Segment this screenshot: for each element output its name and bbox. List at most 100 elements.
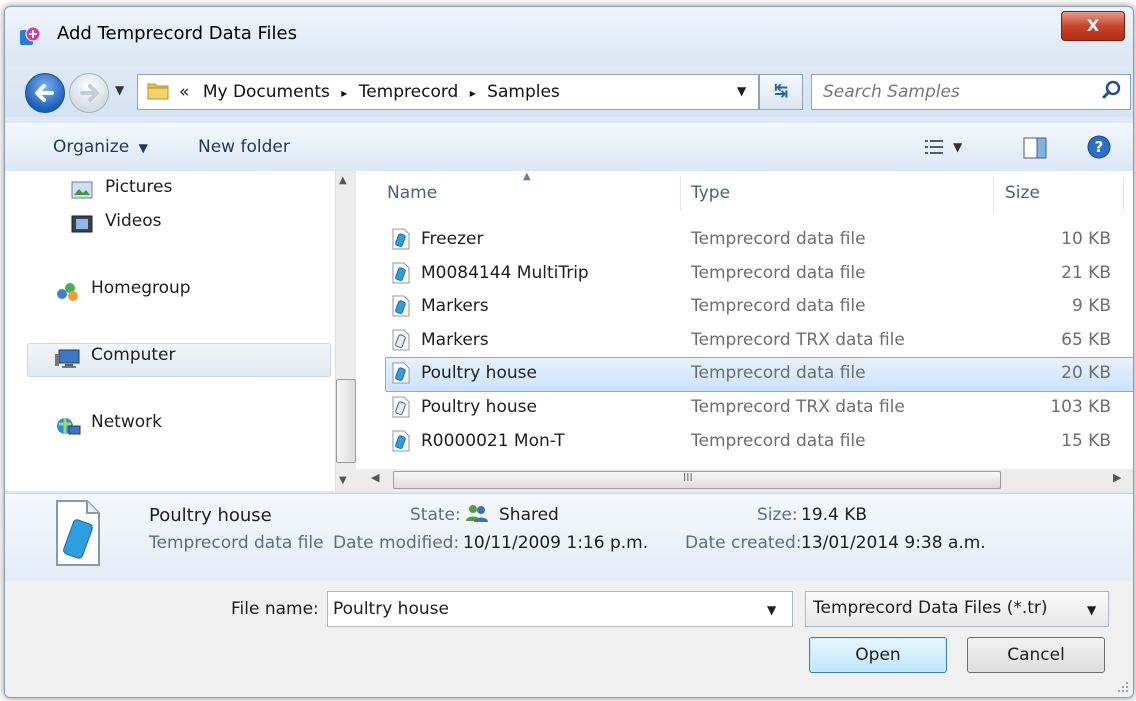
file-name-cell: Poultry house	[421, 397, 537, 417]
cancel-button[interactable]: Cancel	[967, 637, 1105, 673]
close-button[interactable]: X	[1061, 11, 1125, 41]
scroll-down-icon[interactable]: ▼	[339, 475, 347, 486]
file-row[interactable]: Markers Temprecord data file 9 KB	[5, 292, 1133, 322]
scroll-left-icon[interactable]: ◀	[371, 471, 379, 484]
breadcrumb-separator[interactable]: ▸	[470, 86, 476, 100]
file-type-dropdown-icon[interactable]: ▼	[1087, 603, 1096, 617]
pictures-icon	[71, 181, 93, 199]
refresh-icon: ↹	[773, 81, 789, 101]
file-type-cell: Temprecord TRX data file	[691, 329, 905, 350]
tr-file-icon	[392, 430, 410, 452]
folder-icon	[147, 80, 169, 100]
breadcrumb-samples[interactable]: Samples	[487, 82, 560, 102]
file-row[interactable]: Freezer Temprecord data file 10 KB	[5, 225, 1133, 255]
organize-button[interactable]: Organize ▼	[53, 137, 148, 157]
details-file-type: Temprecord data file	[149, 533, 324, 553]
file-name-cell: R0000021 Mon-T	[421, 430, 565, 451]
new-folder-button[interactable]: New folder	[198, 137, 290, 157]
forward-arrow-icon	[80, 84, 99, 102]
details-file-name: Poultry house	[149, 505, 272, 526]
details-state-value: Shared	[499, 505, 559, 525]
file-size-cell: 15 KB	[1061, 430, 1111, 451]
column-header-type[interactable]: Type	[691, 183, 730, 203]
view-dropdown-icon[interactable]: ▼	[953, 140, 962, 154]
file-row[interactable]: Poultry house Temprecord TRX data file 103…	[5, 393, 1133, 423]
scroll-right-icon[interactable]: ▶	[1113, 471, 1121, 484]
column-header-size[interactable]: Size	[1005, 183, 1040, 203]
view-options-button[interactable]	[925, 139, 945, 155]
tr-file-icon	[392, 295, 410, 317]
help-icon: ?	[1087, 135, 1111, 159]
scroll-grip: III	[683, 471, 693, 484]
file-size-cell: 65 KB	[1061, 329, 1111, 350]
details-modified-label: Date modified:	[333, 533, 460, 553]
details-created-label: Date created:	[685, 533, 802, 553]
preview-pane-icon	[1023, 137, 1047, 159]
column-divider[interactable]	[993, 177, 994, 211]
file-row[interactable]: Poultry house Temprecord data file 20 KB	[5, 359, 1133, 389]
breadcrumb-temprecord[interactable]: Temprecord	[359, 82, 459, 102]
address-dropdown-icon[interactable]: ▼	[737, 84, 746, 98]
tr-file-icon	[392, 262, 410, 284]
file-name-cell: Poultry house	[421, 363, 537, 384]
back-button[interactable]	[25, 73, 65, 113]
window-title: Add Temprecord Data Files	[57, 23, 297, 44]
file-size-cell: 21 KB	[1061, 262, 1111, 283]
file-type-cell: Temprecord data file	[691, 430, 866, 451]
recent-pages-dropdown-icon[interactable]: ▼	[115, 83, 124, 97]
breadcrumb-separator[interactable]: ▸	[341, 86, 347, 100]
breadcrumb: « My Documents ▸ Temprecord ▸ Samples	[179, 82, 560, 102]
file-type-cell: Temprecord TRX data file	[691, 397, 905, 417]
dialog-window: Add Temprecord Data Files X ▼ « My Docum…	[4, 6, 1134, 698]
preview-pane-button[interactable]	[1023, 137, 1047, 159]
column-divider[interactable]	[1123, 177, 1124, 211]
file-name-cell: Markers	[421, 296, 489, 317]
column-header-name[interactable]: Name	[387, 183, 437, 203]
file-name-value: Poultry house	[333, 599, 449, 619]
sidebar-item-label: Pictures	[105, 177, 173, 197]
file-row[interactable]: M0084144 MultiTrip Temprecord data file 21…	[5, 259, 1133, 289]
file-type-cell: Temprecord data file	[691, 296, 866, 317]
file-type-cell: Temprecord data file	[691, 229, 866, 249]
svg-text:?: ?	[1095, 138, 1104, 156]
file-list-hscroll-thumb[interactable]	[393, 471, 1001, 489]
details-size-value: 19.4 KB	[801, 505, 868, 525]
file-name-cell: Freezer	[421, 229, 484, 249]
trx-file-icon	[392, 396, 410, 418]
file-size-cell: 9 KB	[1071, 296, 1111, 317]
breadcrumb-my-documents[interactable]: My Documents	[203, 82, 330, 102]
tr-file-icon	[392, 362, 410, 384]
file-row[interactable]: Markers Temprecord TRX data file 65 KB	[5, 326, 1133, 356]
file-size-cell: 20 KB	[1061, 363, 1111, 384]
file-row[interactable]: R0000021 Mon-T Temprecord data file 15 KB	[5, 427, 1133, 457]
resize-grip-icon[interactable]	[1115, 679, 1129, 693]
column-divider[interactable]	[680, 177, 681, 211]
command-bar	[5, 123, 1133, 172]
details-state-label: State:	[410, 505, 461, 525]
organize-label: Organize	[53, 137, 130, 157]
view-list-icon	[925, 140, 943, 154]
breadcrumb-overflow[interactable]: «	[179, 82, 189, 102]
forward-button[interactable]	[69, 73, 109, 113]
help-button[interactable]: ?	[1087, 135, 1111, 159]
details-created-value: 13/01/2014 9:38 a.m.	[801, 533, 986, 553]
shared-users-icon	[465, 503, 489, 523]
sort-ascending-icon: ▲	[523, 171, 531, 182]
file-size-cell: 103 KB	[1050, 397, 1111, 417]
file-name-cell: Markers	[421, 329, 489, 350]
open-button[interactable]: Open	[809, 637, 947, 673]
file-name-dropdown-icon[interactable]: ▼	[767, 603, 776, 617]
refresh-button[interactable]: ↹	[759, 74, 803, 110]
search-icon[interactable]	[1101, 79, 1123, 101]
chevron-down-icon: ▼	[138, 141, 148, 155]
search-placeholder: Search Samples	[823, 82, 960, 102]
file-type-cell: Temprecord data file	[691, 363, 866, 384]
file-size-cell: 10 KB	[1061, 229, 1111, 249]
file-name-cell: M0084144 MultiTrip	[421, 262, 589, 283]
back-arrow-icon	[35, 84, 54, 102]
file-type-cell: Temprecord data file	[691, 262, 866, 283]
details-size-label: Size:	[757, 505, 798, 525]
file-name-label: File name:	[231, 599, 319, 619]
scroll-up-icon[interactable]: ▲	[339, 175, 347, 186]
tr-file-icon	[392, 228, 410, 250]
